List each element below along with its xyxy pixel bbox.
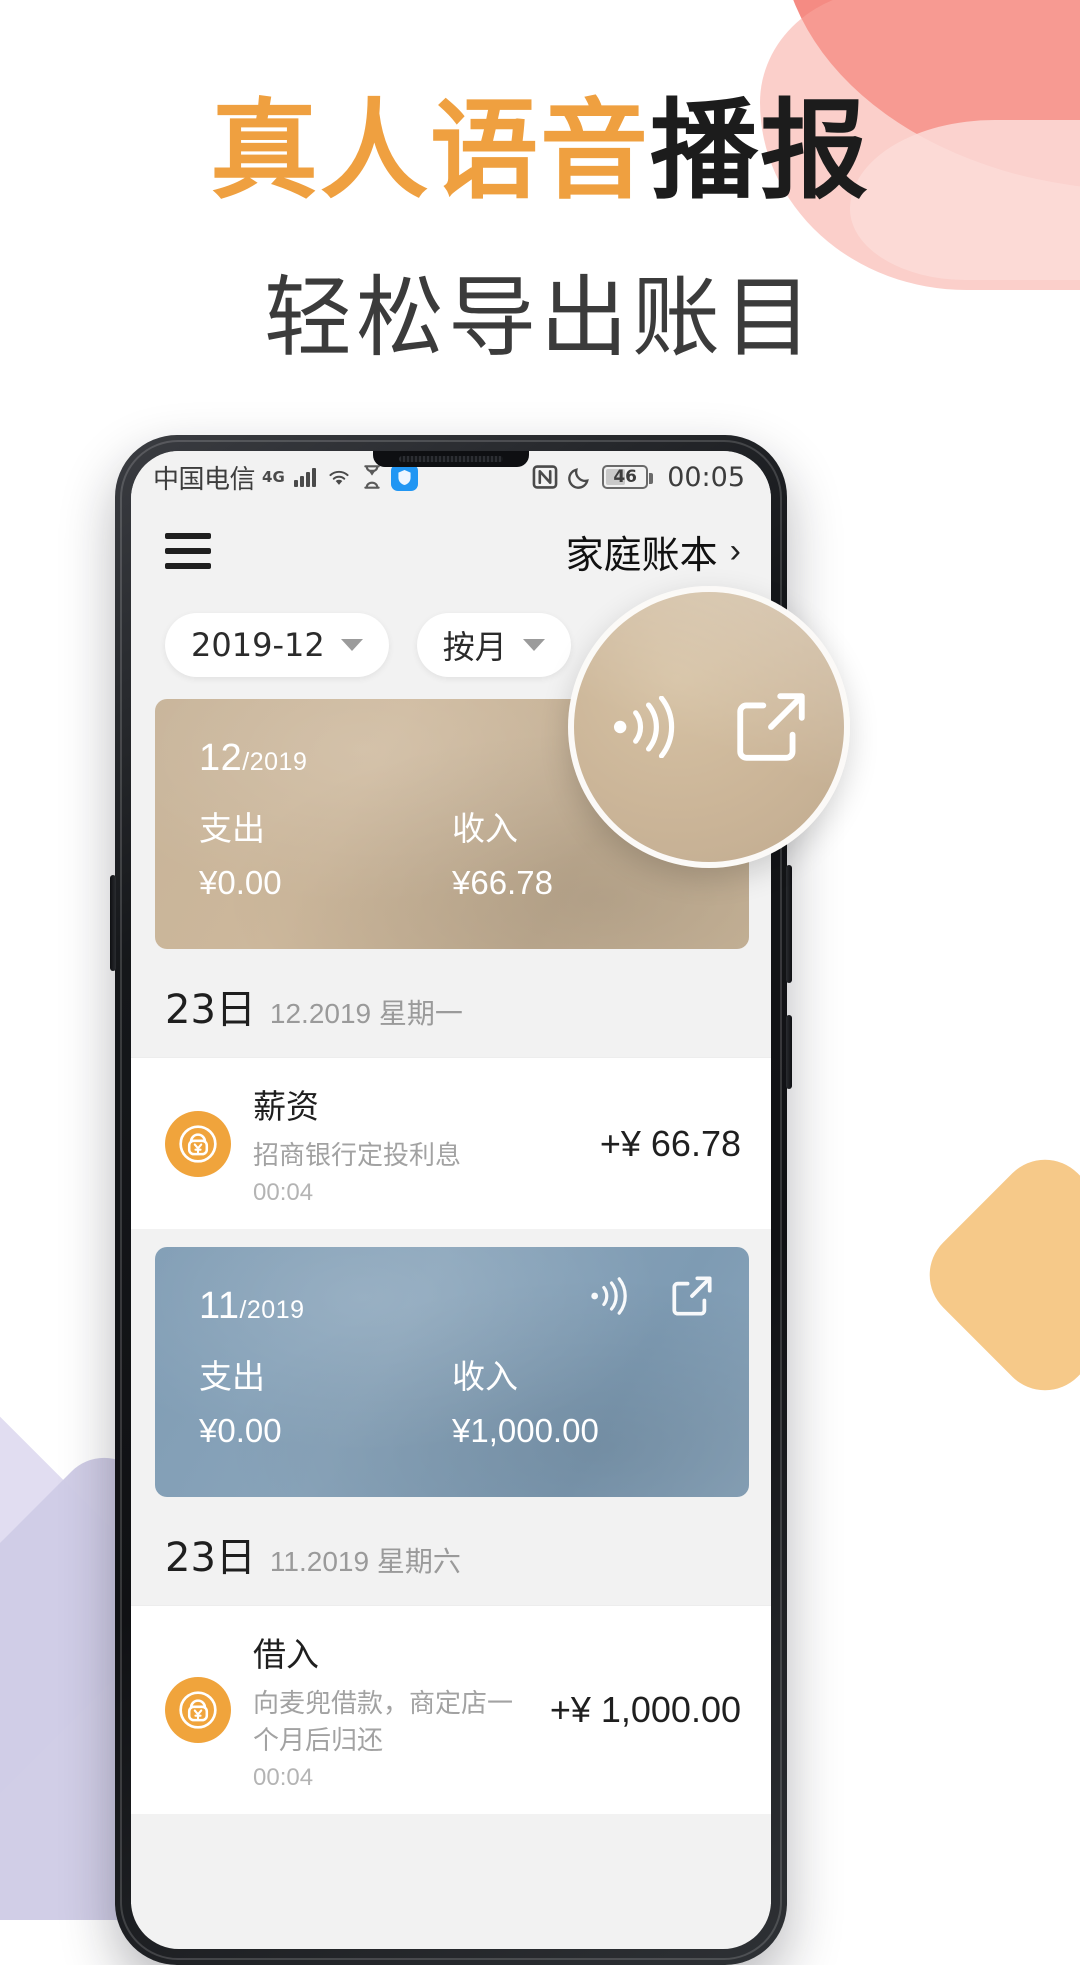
ledger-selector[interactable]: 家庭账本 › <box>566 524 741 579</box>
salary-coin-icon <box>165 1110 231 1177</box>
transaction-time: 00:04 <box>253 1179 314 1206</box>
day-meta-label: 11.2019 星期六 <box>269 1546 461 1577</box>
expense-label: 支出 <box>199 810 265 847</box>
transaction-amount: +¥ 1,000.00 <box>549 1689 741 1730</box>
transaction-note: 招商银行定投利息 <box>253 1140 462 1170</box>
card-month-number: 11 <box>199 1285 240 1327</box>
promo-headline-block: 真人语音播报 轻松导出账目 <box>0 89 1080 374</box>
carrier-label: 中国电信 <box>153 464 256 495</box>
day-group-header: 23日 12.2019 星期一 <box>131 949 771 1057</box>
period-filter-label: 按月 <box>442 628 507 666</box>
card-expense-block: 支出 ¥0.00 <box>199 1350 452 1450</box>
voice-broadcast-icon[interactable] <box>607 696 685 758</box>
ledger-name-label: 家庭账本 <box>565 532 718 577</box>
orange-square-shape <box>910 1140 1080 1410</box>
day-number-label: 23日 <box>165 987 256 1033</box>
status-clock: 00:05 <box>667 461 745 493</box>
transaction-row[interactable]: 薪资 招商银行定投利息 00:04 +¥ 66.78 <box>131 1057 771 1229</box>
transaction-amount: +¥ 66.78 <box>599 1122 741 1164</box>
voice-broadcast-icon[interactable] <box>587 1277 633 1315</box>
network-type-label: 4G <box>262 467 285 486</box>
phone-volume-button <box>786 865 792 983</box>
income-value: ¥66.78 <box>452 864 553 901</box>
income-label: 收入 <box>452 1358 518 1395</box>
expense-value: ¥0.00 <box>199 864 282 901</box>
battery-level-label: 46 <box>613 467 638 487</box>
expense-label: 支出 <box>199 1358 265 1395</box>
monthly-summary-card[interactable]: 11/2019 支出 ¥0.00 收入 ¥1,000.00 <box>155 1247 749 1497</box>
date-filter-chip[interactable]: 2019-12 <box>165 613 389 677</box>
promo-subheadline: 轻松导出账目 <box>263 265 816 369</box>
export-share-icon[interactable] <box>669 1273 715 1319</box>
chevron-right-icon: › <box>729 531 741 570</box>
expense-value: ¥0.00 <box>199 1412 282 1449</box>
card-action-icons <box>587 1273 715 1319</box>
period-filter-chip[interactable]: 按月 <box>416 613 571 677</box>
day-group-header: 23日 11.2019 星期六 <box>131 1497 771 1605</box>
app-header: 家庭账本 › <box>131 503 771 599</box>
transaction-title: 薪资 <box>253 1088 319 1125</box>
signal-bars-icon <box>293 467 316 487</box>
day-meta-label: 12.2019 星期一 <box>269 998 463 1029</box>
hamburger-menu-icon[interactable] <box>165 533 211 569</box>
transaction-note: 向麦兜借款，商定店一个月后归还 <box>253 1688 514 1755</box>
hourglass-icon <box>364 465 380 489</box>
phone-left-button <box>110 875 116 971</box>
card-expense-block: 支出 ¥0.00 <box>199 802 452 902</box>
nfc-icon <box>532 465 558 489</box>
card-month-number: 12 <box>199 737 243 779</box>
wifi-icon <box>329 470 349 485</box>
moon-icon <box>568 468 590 489</box>
transaction-time: 00:04 <box>253 1764 314 1791</box>
export-share-icon[interactable] <box>731 687 811 767</box>
card-year-suffix: /2019 <box>239 1296 305 1324</box>
borrow-coin-icon <box>165 1677 231 1743</box>
chevron-down-icon <box>522 639 545 651</box>
headline-rest: 播报 <box>650 89 871 214</box>
transaction-title: 借入 <box>253 1636 319 1673</box>
ledger-scroll-area[interactable]: 12/2019 支出 ¥0.00 收入 ¥66.78 23日 12.2019 星… <box>131 699 771 1904</box>
phone-earpiece-notch <box>373 451 529 467</box>
battery-indicator: 46 <box>602 465 654 489</box>
shield-icon <box>390 463 418 491</box>
day-number-label: 23日 <box>165 1535 256 1581</box>
income-value: ¥1,000.00 <box>452 1412 599 1449</box>
headline-highlight: 真人语音 <box>209 89 650 214</box>
date-filter-label: 2019-12 <box>191 626 325 664</box>
phone-power-button <box>786 1015 792 1089</box>
feature-magnifier-callout <box>568 586 850 868</box>
card-income-block: 收入 ¥1,000.00 <box>452 1350 705 1450</box>
transaction-row[interactable]: 借入 向麦兜借款，商定店一个月后归还 00:04 +¥ 1,000.00 <box>131 1605 771 1814</box>
chevron-down-icon <box>340 639 363 651</box>
promo-headline: 真人语音播报 <box>0 89 1080 214</box>
card-year-suffix: /2019 <box>242 748 308 776</box>
